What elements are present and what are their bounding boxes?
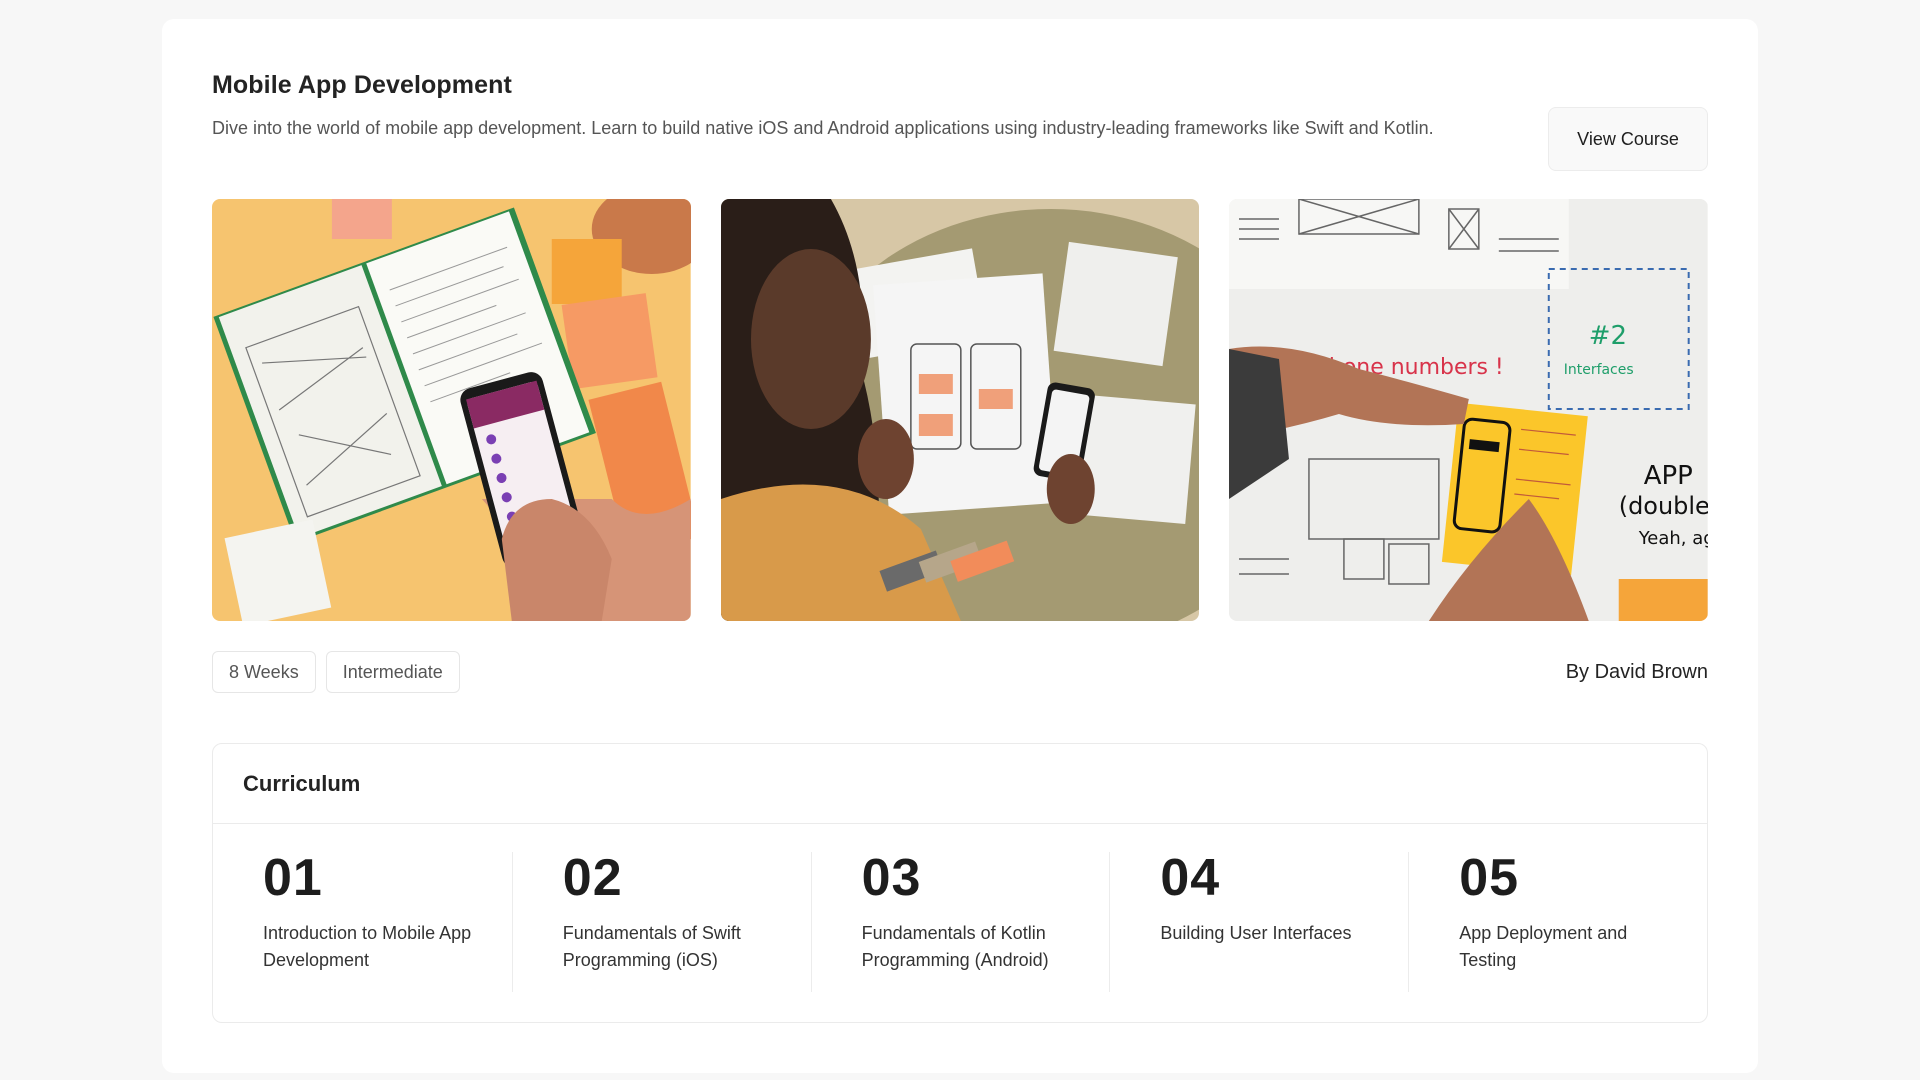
curriculum-module: 04 Building User Interfaces (1109, 852, 1408, 992)
module-title: Fundamentals of Swift Programming (iOS) (562, 923, 741, 970)
wireframe-sketch-photo (720, 199, 1200, 621)
course-image-gallery: #2 Interfaces hone numbers ! APP (double… (212, 199, 1709, 621)
course-description: Dive into the world of mobile app develo… (212, 118, 1434, 138)
module-title: App Deployment and Testing (1459, 923, 1628, 970)
svg-text:Yeah, ag: Yeah, ag (1638, 528, 1708, 549)
course-author: By David Brown (1565, 661, 1708, 683)
module-title: Fundamentals of Kotlin Programming (Andr… (861, 923, 1049, 970)
svg-text:APP: APP (1644, 461, 1693, 491)
module-title: Introduction to Mobile App Development (263, 923, 472, 970)
module-title: Building User Interfaces (1160, 923, 1352, 943)
curriculum-module: 03 Fundamentals of Kotlin Programming (A… (810, 849, 1110, 992)
level-tag: Intermediate (325, 651, 460, 693)
module-number: 05 (1459, 849, 1520, 907)
duration-tag: 8 Weeks (212, 651, 316, 693)
module-number: 03 (861, 849, 922, 907)
phone-over-notebook-photo (212, 199, 691, 621)
curriculum-modules: 01 Introduction to Mobile App Developmen… (213, 824, 1707, 992)
curriculum-module: 02 Fundamentals of Swift Programming (iO… (511, 849, 811, 992)
course-title: Mobile App Development (212, 71, 512, 99)
curriculum-heading: Curriculum (213, 744, 1707, 824)
svg-text:#2: #2 (1589, 321, 1627, 351)
svg-text:Interfaces: Interfaces (1564, 362, 1634, 378)
module-number: 02 (562, 849, 623, 907)
course-tags: 8 Weeks Intermediate (212, 651, 1708, 693)
whiteboard-interfaces-photo: #2 Interfaces hone numbers ! APP (double… (1229, 199, 1709, 621)
curriculum-panel: Curriculum 01 Introduction to Mobile App… (212, 743, 1708, 1023)
view-course-button[interactable]: View Course (1548, 107, 1708, 171)
course-meta: 8 Weeks Intermediate By David Brown (212, 651, 1708, 693)
curriculum-module: 05 App Deployment and Testing (1408, 852, 1707, 992)
course-card: Mobile App Development Dive into the wor… (162, 19, 1758, 1073)
module-number: 04 (1160, 849, 1221, 907)
svg-text:(double): (double) (1619, 492, 1708, 520)
course-header: Mobile App Development Dive into the wor… (212, 71, 1708, 191)
module-number: 01 (263, 849, 323, 907)
curriculum-module: 01 Introduction to Mobile App Developmen… (213, 852, 512, 992)
